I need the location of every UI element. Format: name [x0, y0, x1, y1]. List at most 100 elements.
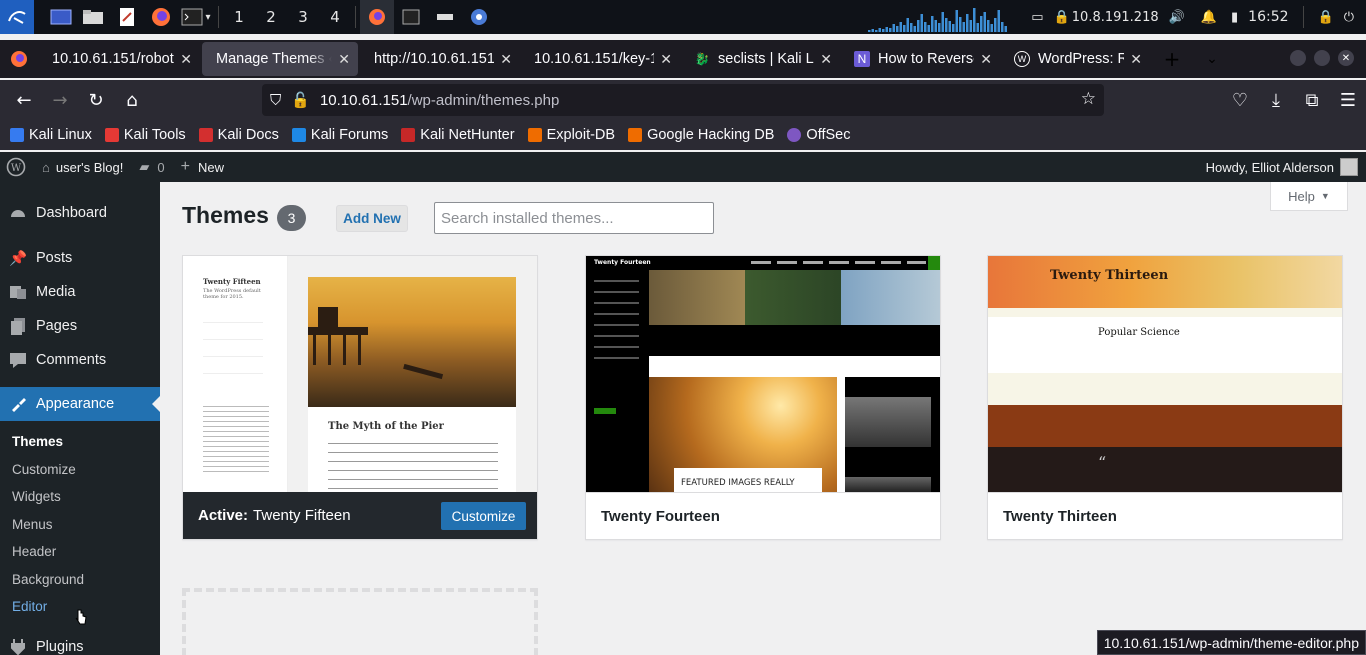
close-window-button[interactable]: ✕ [1338, 50, 1354, 66]
downloads-icon[interactable]: ⤓ [1258, 84, 1294, 116]
menu-posts[interactable]: 📌 Posts [0, 241, 160, 275]
maximize-button[interactable] [1314, 50, 1330, 66]
tab-close-icon[interactable]: ✕ [180, 51, 192, 68]
minimize-button[interactable] [1290, 50, 1306, 66]
tab-close-icon[interactable]: ✕ [980, 51, 992, 68]
tab-manage-themes[interactable]: Manage Themes ‹ u ✕ [202, 42, 358, 76]
theme-screenshot[interactable]: Twenty Thirteen Popular Science “ [988, 256, 1342, 492]
bookmarks-toolbar: Kali Linux Kali Tools Kali Docs Kali For… [0, 120, 1366, 150]
back-button[interactable]: ← [6, 84, 42, 116]
theme-screenshot[interactable]: Twenty Fifteen The WordPress default the… [183, 256, 537, 492]
wordpress-logo-icon[interactable]: W [0, 152, 34, 182]
battery-icon[interactable]: ▮ [1231, 10, 1238, 25]
submenu-header[interactable]: Header [12, 544, 56, 559]
text-editor-icon[interactable] [110, 0, 144, 34]
network-graph-bar [987, 20, 990, 32]
firefox-launcher-icon[interactable] [144, 0, 178, 34]
menu-media[interactable]: Media [0, 275, 160, 309]
tab-http-root[interactable]: http://10.10.61.151/ ✕ [360, 42, 520, 76]
site-name-link[interactable]: ⌂ user's Blog! [34, 152, 131, 182]
submenu-background[interactable]: Background [12, 572, 84, 587]
tab-key-1[interactable]: 10.10.61.151/key-1- ✕ [520, 42, 680, 76]
submenu-widgets[interactable]: Widgets [12, 489, 61, 504]
tab-robots[interactable]: 10.10.61.151/robots ✕ [38, 42, 200, 76]
tab-seclists[interactable]: 🐉 seclists | Kali Lin ✕ [680, 42, 840, 76]
add-new-theme-placeholder[interactable] [182, 588, 538, 655]
submenu-customize[interactable]: Customize [12, 462, 76, 477]
submenu-menus[interactable]: Menus [12, 517, 53, 532]
bookmark-exploit-db[interactable]: Exploit-DB [527, 127, 615, 143]
kali-menu-icon[interactable] [0, 0, 34, 34]
menu-comments[interactable]: Comments [0, 343, 160, 377]
my-account-link[interactable]: Howdy, Elliot Alderson [1198, 152, 1366, 182]
bookmark-kali-nethunter[interactable]: Kali NetHunter [401, 127, 515, 143]
new-tab-button[interactable]: + [1150, 42, 1194, 76]
tab-close-icon[interactable]: ✕ [500, 51, 512, 68]
menu-appearance[interactable]: Appearance [0, 387, 160, 421]
workspace-2[interactable]: 2 [255, 0, 287, 34]
new-content-link[interactable]: + New [173, 152, 232, 182]
taskbar-window-icon[interactable] [428, 0, 462, 34]
desktop-icon[interactable] [46, 0, 76, 34]
firefox-view-icon[interactable] [0, 42, 38, 76]
tab-close-icon[interactable]: ✕ [1130, 51, 1142, 68]
browser-navbar: ← → ↻ ⌂ ⛉ 🔓 10.10.61.151/wp-admin/themes… [0, 80, 1366, 120]
bookmark-offsec[interactable]: OffSec [787, 127, 850, 143]
reload-button[interactable]: ↻ [78, 84, 114, 116]
network-graph-bar [994, 18, 997, 32]
tab-close-icon[interactable]: ✕ [820, 51, 832, 68]
customize-button[interactable]: Customize [441, 502, 526, 530]
workspace-1[interactable]: 1 [223, 0, 255, 34]
kali-dragon-icon: 🐉 [694, 52, 710, 66]
taskbar-firefox-icon[interactable] [360, 0, 394, 34]
theme-card-twenty-thirteen[interactable]: Twenty Thirteen Popular Science “ Twenty… [987, 255, 1343, 540]
bookmark-kali-tools[interactable]: Kali Tools [104, 127, 186, 143]
workspace-3[interactable]: 3 [287, 0, 319, 34]
theme-card-twenty-fifteen[interactable]: Twenty Fifteen The WordPress default the… [182, 255, 538, 540]
tab-wordpress-rev[interactable]: W WordPress: Rev ✕ [1000, 42, 1150, 76]
terminal-launcher-icon[interactable]: ▾ [178, 0, 214, 34]
menu-label: Pages [36, 318, 78, 334]
bookmark-kali-forums[interactable]: Kali Forums [291, 127, 388, 143]
menu-dashboard[interactable]: Dashboard [0, 196, 160, 230]
comments-link[interactable]: ▰ 0 [131, 152, 172, 182]
tab-close-icon[interactable]: ✕ [660, 51, 672, 68]
hamburger-menu-icon[interactable]: ☰ [1330, 84, 1366, 116]
clock[interactable]: 16:52 [1248, 9, 1288, 25]
bookmark-google-hacking-db[interactable]: Google Hacking DB [628, 127, 774, 143]
file-manager-icon[interactable] [76, 0, 110, 34]
search-themes-input[interactable] [434, 202, 714, 234]
tab-close-icon[interactable]: ✕ [338, 51, 350, 68]
power-icon[interactable]: ⏻ [1344, 10, 1354, 25]
bookmark-kali-linux[interactable]: Kali Linux [10, 127, 92, 143]
forward-button[interactable]: → [42, 84, 78, 116]
home-button[interactable]: ⌂ [114, 84, 150, 116]
extensions-icon[interactable]: ⧉ [1294, 84, 1330, 116]
bookmark-star-icon[interactable]: ☆ [1081, 89, 1096, 109]
menu-pages[interactable]: Pages [0, 309, 160, 343]
pocket-icon[interactable]: ♡ [1222, 84, 1258, 116]
insecure-lock-icon[interactable]: 🔓 [291, 91, 310, 109]
network-graph-bar [976, 23, 979, 32]
workspace-4[interactable]: 4 [319, 0, 351, 34]
shield-icon[interactable]: ⛉ [270, 92, 281, 109]
menu-label: Comments [36, 352, 107, 368]
url-bar[interactable]: ⛉ 🔓 10.10.61.151/wp-admin/themes.php ☆ [262, 84, 1104, 116]
bookmark-kali-docs[interactable]: Kali Docs [198, 127, 279, 143]
volume-icon[interactable]: 🔊 [1169, 10, 1185, 25]
help-tab-button[interactable]: Help ▼ [1270, 182, 1348, 211]
screen-lock-icon[interactable]: 🔒 [1318, 10, 1334, 25]
taskbar-terminal-icon[interactable] [394, 0, 428, 34]
taskbar-app-icon[interactable] [462, 0, 496, 34]
display-icon[interactable]: ▭ [1031, 10, 1043, 25]
menu-plugins[interactable]: Plugins [0, 630, 160, 655]
theme-card-twenty-fourteen[interactable]: Twenty Fourteen FEATURED IMAGES REALLY T… [585, 255, 941, 540]
submenu-editor[interactable]: Editor [12, 599, 47, 614]
theme-screenshot[interactable]: Twenty Fourteen FEATURED IMAGES REALLY [586, 256, 940, 492]
tab-list-chevron-icon[interactable]: ⌄ [1194, 42, 1230, 76]
add-new-theme-button[interactable]: Add New [336, 205, 408, 232]
plugin-icon [8, 637, 28, 655]
notification-bell-icon[interactable]: 🔔 [1201, 10, 1217, 25]
tab-how-to-reverse[interactable]: N How to Reverse ✕ [840, 42, 1000, 76]
submenu-themes[interactable]: Themes [12, 434, 63, 449]
